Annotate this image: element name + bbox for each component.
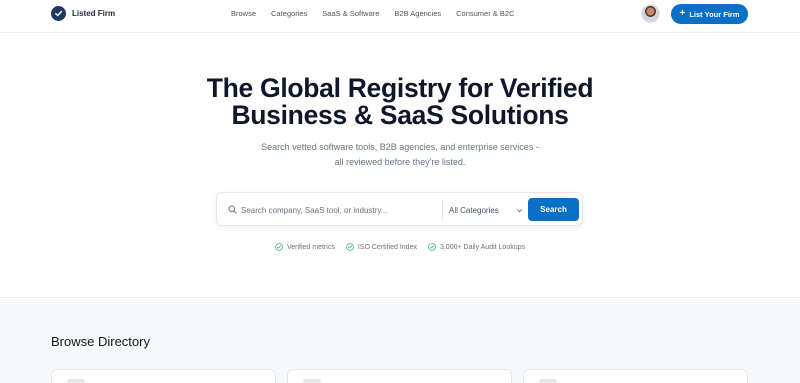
search-input[interactable] (241, 200, 431, 220)
chevron-down-icon (516, 208, 523, 212)
trust-badge-label: Verified metrics (286, 243, 335, 251)
nav-link-saas-software[interactable]: SaaS & Software (322, 9, 379, 18)
search-divider (442, 200, 443, 220)
brand-name: Listed Firm (72, 9, 116, 18)
hero-title: The Global Registry for Verified Busines… (0, 75, 800, 129)
hero-section: The Global Registry for Verified Busines… (0, 33, 800, 298)
search-button[interactable]: Search (528, 198, 579, 221)
section-title: Browse Directory (51, 334, 150, 349)
search-bar: All Categories Search (216, 192, 583, 226)
search-icon (228, 205, 237, 214)
hero-subtitle: Search vetted software tools, B2B agenci… (0, 140, 800, 170)
nav-link-consumer-b2c[interactable]: Consumer & B2C (456, 9, 514, 18)
list-your-firm-button[interactable]: + List Your Firm (671, 4, 748, 24)
nav-link-browse[interactable]: Browse (231, 9, 256, 18)
category-select[interactable]: All Categories (449, 200, 523, 220)
user-avatar[interactable] (641, 4, 660, 23)
hero-subtitle-line-1: Search vetted software tools, B2B agenci… (261, 142, 539, 152)
trust-badge-label: ISO Certified Index (357, 243, 417, 251)
category-icon (539, 379, 557, 383)
directory-card[interactable] (287, 369, 512, 383)
brand-logo-link[interactable]: Listed Firm (51, 6, 115, 21)
main-nav: Browse Categories SaaS & Software B2B Ag… (231, 9, 514, 18)
trust-badge-label: 3,000+ Daily Audit Lookups (439, 243, 526, 251)
plus-icon: + (679, 7, 686, 19)
check-circle-icon (275, 243, 283, 251)
category-icon (67, 379, 85, 383)
category-icon (303, 379, 321, 383)
list-your-firm-label: List Your Firm (689, 9, 740, 19)
trust-badge-iso-certified: ISO Certified Index (346, 243, 417, 251)
check-circle-icon (428, 243, 436, 251)
browse-directory-section: Browse Directory (0, 299, 800, 383)
trust-badge-audit-lookups: 3,000+ Daily Audit Lookups (428, 243, 525, 251)
directory-card[interactable] (51, 369, 276, 383)
hero-subtitle-line-2: all reviewed before they're listed. (334, 157, 466, 167)
check-badge-icon (51, 6, 66, 21)
trust-badge-verified-metrics: Verified metrics (275, 243, 335, 251)
top-navbar: Listed Firm Browse Categories SaaS & Sof… (0, 0, 800, 33)
hero-title-line-1: The Global Registry for Verified (206, 73, 594, 103)
trust-badges: Verified metrics ISO Certified Index 3,0… (0, 243, 800, 251)
category-select-value: All Categories (449, 205, 499, 215)
nav-link-categories[interactable]: Categories (271, 9, 307, 18)
nav-link-b2b-agencies[interactable]: B2B Agencies (394, 9, 441, 18)
directory-card[interactable] (523, 369, 748, 383)
hero-title-line-2: Business & SaaS Solutions (231, 100, 569, 130)
check-circle-icon (346, 243, 354, 251)
